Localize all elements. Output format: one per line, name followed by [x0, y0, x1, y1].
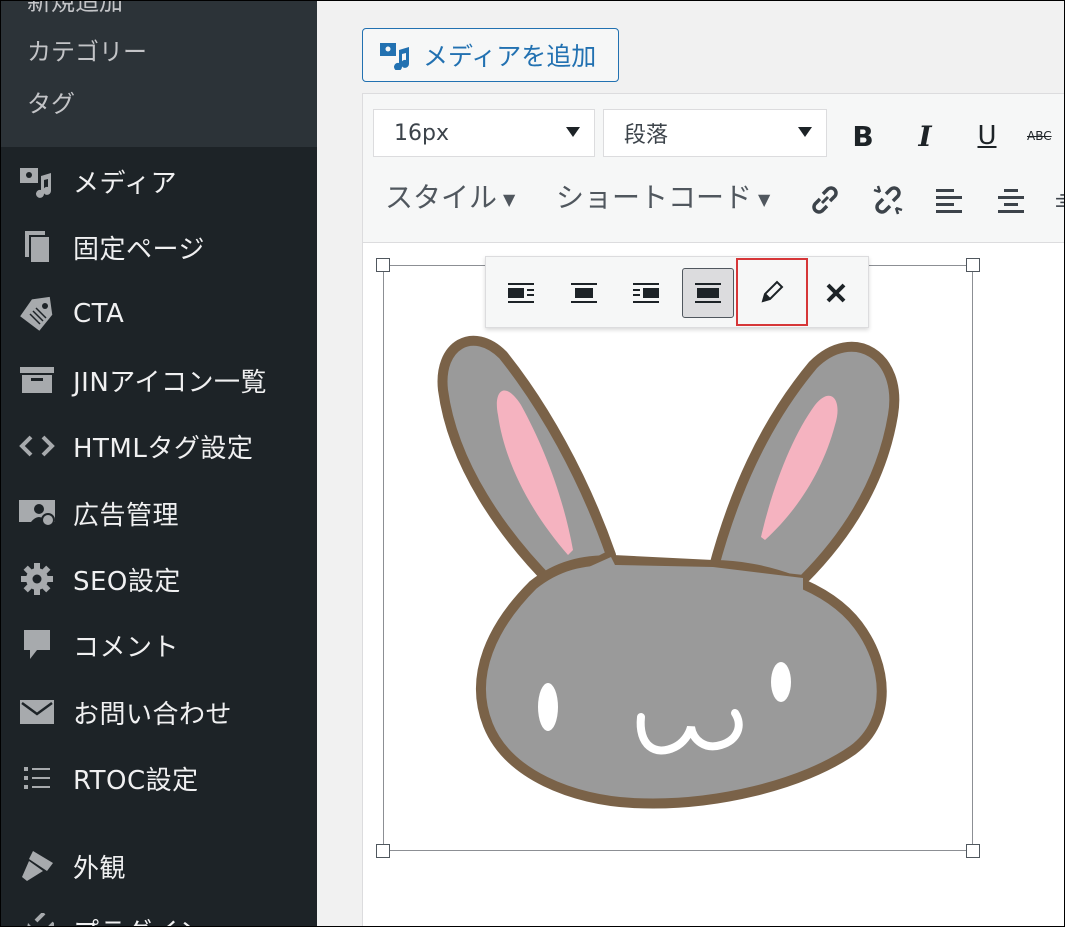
sidebar-item-cta[interactable]: CTA — [1, 283, 317, 345]
font-size-select[interactable]: 16px — [373, 109, 595, 157]
align-center-icon — [998, 189, 1024, 213]
chevron-down-icon: ▼ — [758, 189, 771, 209]
chevron-down-icon: ▼ — [503, 189, 516, 209]
code-icon — [18, 427, 56, 465]
font-size-value: 16px — [394, 120, 449, 146]
unlink-icon — [873, 185, 903, 215]
sidebar-item-rtoc[interactable]: RTOC設定 — [1, 747, 317, 809]
shortcode-dropdown[interactable]: ショートコード ▼ — [556, 176, 770, 216]
sidebar-item-label: お問い合わせ — [73, 699, 233, 730]
editor-toolbar: 16px 段落 B I U ABC スタイル ▼ ショートコード ▼ — [363, 94, 1064, 243]
classic-editor: 16px 段落 B I U ABC スタイル ▼ ショートコード ▼ — [362, 93, 1064, 926]
paragraph-format-select[interactable]: 段落 — [603, 109, 827, 157]
sidebar-item-contact[interactable]: お問い合わせ — [1, 681, 317, 743]
add-media-label: メディアを追加 — [423, 42, 597, 71]
sidebar-item-comments[interactable]: コメント — [1, 614, 317, 676]
sidebar-item-ads[interactable]: 広告管理 — [1, 482, 317, 544]
align-image-left-icon — [508, 283, 534, 303]
admin-sidebar: 新規追加 カテゴリー タグ メディア 固定ページ CTA JINアイコン一覧 H… — [1, 1, 317, 926]
chevron-down-icon — [798, 127, 812, 137]
sidebar-item-label: SEO設定 — [73, 566, 181, 597]
image-align-none-button[interactable] — [682, 268, 734, 318]
style-dropdown-label: スタイル — [385, 181, 498, 214]
unlink-button[interactable] — [868, 180, 908, 220]
selected-image[interactable] — [376, 258, 980, 858]
add-media-icon — [379, 40, 413, 70]
archive-icon — [18, 361, 56, 399]
comment-icon — [18, 626, 56, 664]
rabbit-illustration — [437, 335, 900, 809]
strikethrough-button[interactable]: ABC — [1027, 116, 1064, 156]
mail-icon — [18, 693, 56, 731]
sidebar-item-html-tags[interactable]: HTMLタグ設定 — [1, 415, 317, 477]
italic-button[interactable]: I — [905, 116, 945, 156]
editor-canvas[interactable] — [363, 243, 1064, 926]
image-align-right-button[interactable] — [620, 268, 672, 318]
sidebar-item-label: JINアイコン一覧 — [73, 367, 267, 398]
align-image-right-icon — [633, 283, 659, 303]
edit-image-button[interactable] — [736, 258, 808, 326]
sidebar-item-appearance[interactable]: 外観 — [1, 835, 317, 897]
sidebar-item-pages[interactable]: 固定ページ — [1, 216, 317, 278]
sidebar-item-jin-icons[interactable]: JINアイコン一覧 — [1, 349, 317, 411]
tag-icon — [18, 295, 56, 333]
sidebar-item-label: RTOC設定 — [73, 765, 199, 796]
paragraph-format-value: 段落 — [624, 123, 669, 148]
align-image-none-icon — [695, 283, 721, 303]
sidebar-item-label: コメント — [73, 632, 180, 663]
bold-button[interactable]: B — [843, 116, 883, 156]
ads-icon — [18, 494, 56, 532]
window: 新規追加 カテゴリー タグ メディア 固定ページ CTA JINアイコン一覧 H… — [0, 0, 1065, 927]
image-inline-toolbar — [485, 256, 869, 328]
posts-submenu: 新規追加 カテゴリー タグ — [1, 1, 317, 147]
plugin-icon — [18, 911, 56, 926]
sidebar-item-label: 固定ページ — [73, 234, 205, 265]
list-icon — [18, 759, 56, 797]
align-right-icon — [1056, 194, 1064, 207]
resize-handle-bottom-left[interactable] — [376, 844, 390, 858]
sidebar-item-plugins[interactable]: プラグイン — [1, 899, 317, 927]
insert-link-button[interactable] — [805, 180, 845, 220]
gear-icon — [18, 560, 56, 598]
image-align-center-button[interactable] — [558, 268, 610, 318]
close-icon — [826, 283, 846, 303]
pencil-icon — [761, 280, 784, 303]
underline-button[interactable]: U — [967, 116, 1007, 156]
image-align-left-button[interactable] — [495, 268, 547, 318]
pages-icon — [18, 228, 56, 266]
resize-handle-top-left[interactable] — [376, 258, 390, 272]
sidebar-item-label: プラグイン — [73, 912, 206, 927]
align-left-icon — [936, 189, 962, 213]
align-center-button[interactable] — [991, 180, 1031, 220]
submenu-item-tags[interactable]: タグ — [27, 89, 75, 119]
remove-image-button[interactable] — [810, 268, 862, 318]
sidebar-item-label: HTMLタグ設定 — [73, 433, 254, 464]
sidebar-item-label: 外観 — [73, 853, 127, 884]
main-content: メディアを追加 16px 段落 B I U ABC スタイル ▼ ショートコード… — [317, 1, 1064, 926]
sidebar-item-label: 広告管理 — [73, 500, 180, 531]
style-dropdown[interactable]: スタイル ▼ — [385, 176, 515, 216]
add-media-button[interactable]: メディアを追加 — [362, 28, 619, 82]
shortcode-dropdown-label: ショートコード — [556, 181, 753, 214]
chevron-down-icon — [566, 127, 580, 137]
resize-handle-bottom-right[interactable] — [966, 844, 980, 858]
sidebar-item-seo[interactable]: SEO設定 — [1, 548, 317, 610]
resize-handle-top-right[interactable] — [966, 258, 980, 272]
submenu-item-add-new[interactable]: 新規追加 — [27, 1, 123, 17]
sidebar-item-label: CTA — [73, 299, 125, 329]
align-image-center-icon — [571, 283, 597, 303]
media-icon — [18, 162, 56, 200]
link-icon — [812, 186, 838, 214]
submenu-item-categories[interactable]: カテゴリー — [27, 37, 147, 67]
align-left-button[interactable] — [929, 180, 969, 220]
sidebar-item-label: メディア — [73, 168, 178, 199]
brush-icon — [18, 847, 56, 885]
sidebar-item-media[interactable]: メディア — [1, 150, 317, 212]
align-right-button[interactable] — [1055, 180, 1064, 220]
